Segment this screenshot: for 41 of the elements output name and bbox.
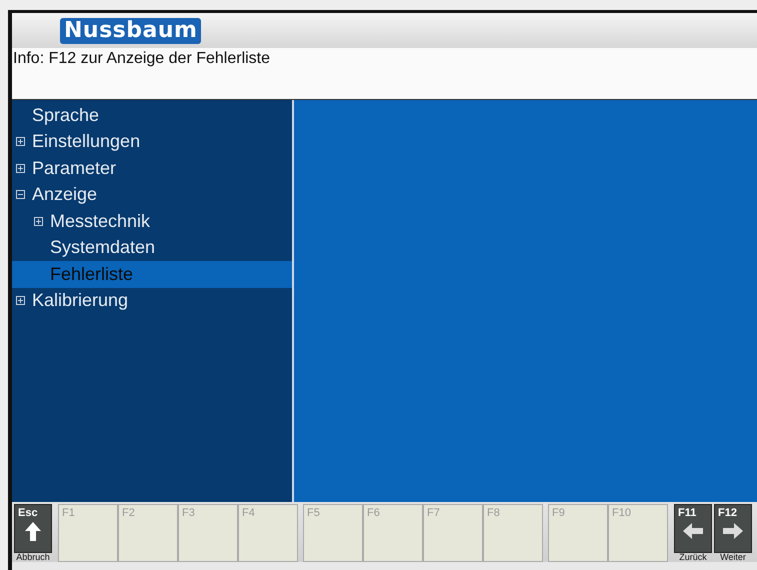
selected-tree-item[interactable]: Fehlerliste (12, 261, 292, 288)
function-key[interactable]: F11 (674, 504, 712, 553)
function-key[interactable]: F4 (238, 504, 298, 562)
function-key[interactable]: Esc (14, 504, 52, 553)
right-arrow-icon (721, 520, 745, 542)
key-caption: Zurück (679, 552, 707, 562)
tree-item-label: Messtechnik (50, 210, 150, 232)
info-text: Info: F12 zur Anzeige der Fehlerliste (13, 50, 270, 67)
expand-icon[interactable] (16, 296, 25, 306)
function-key[interactable]: F6 (363, 504, 423, 562)
tree-item-label: Einstellungen (32, 131, 140, 152)
left-arrow-icon (681, 520, 705, 542)
expand-icon[interactable] (16, 164, 25, 173)
tree-item[interactable]: Systemdaten (12, 234, 292, 261)
key-caption: Abbruch (16, 552, 50, 562)
function-key[interactable]: F7 (423, 504, 483, 562)
tree-item[interactable]: Messtechnik (12, 208, 292, 234)
tree-item-label: Sprache (31, 104, 100, 126)
tree-item-label: Anzeige (32, 184, 98, 206)
function-key[interactable]: F5 (303, 504, 363, 562)
tree-item[interactable]: Einstellungen (12, 128, 292, 155)
tree-item-label: Parameter (32, 158, 116, 179)
function-key[interactable]: F10 (608, 504, 668, 562)
function-key[interactable]: F2 (118, 504, 178, 562)
tree-item[interactable]: Kalibrierung (12, 288, 292, 314)
tree-item-label: Kalibrierung (32, 290, 128, 312)
expand-icon[interactable] (34, 216, 43, 226)
collapse-icon[interactable] (16, 190, 25, 200)
tree-item-label: Systemdaten (49, 237, 156, 258)
function-key[interactable]: F8 (483, 504, 543, 562)
tree-item[interactable]: Sprache (12, 102, 292, 128)
expand-icon[interactable] (16, 137, 25, 146)
function-key[interactable]: F3 (178, 504, 238, 562)
function-key[interactable]: F9 (548, 504, 608, 562)
brand-logo: Nussbaum (60, 18, 202, 44)
function-key[interactable]: F1 (58, 504, 118, 562)
key-caption: Weiter (720, 552, 746, 562)
function-key[interactable]: F12 (714, 504, 752, 553)
tree-item[interactable]: Anzeige (12, 182, 292, 208)
tree-item-label: Fehlerliste (49, 264, 134, 285)
tree-item[interactable]: Parameter (12, 155, 292, 182)
